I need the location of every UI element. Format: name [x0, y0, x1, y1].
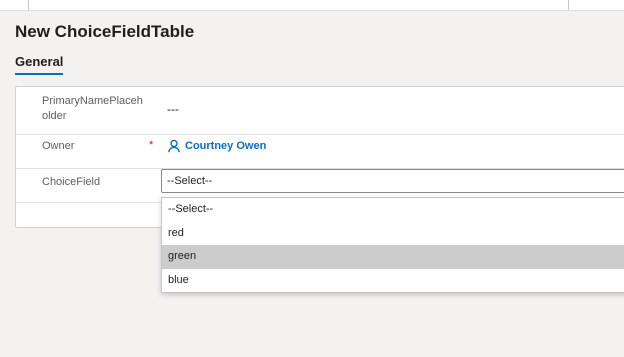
field-row-primary-name: PrimaryNamePlaceholder --- [16, 87, 624, 135]
command-bar [0, 0, 624, 11]
page-title: New ChoiceFieldTable [15, 22, 195, 41]
required-indicator: * [149, 139, 154, 151]
dropdown-option-highlighted[interactable]: green [162, 245, 624, 269]
dropdown-option[interactable]: red [162, 222, 624, 246]
dropdown-option[interactable]: blue [162, 269, 624, 293]
form-page: New ChoiceFieldTable General PrimaryName… [0, 0, 624, 357]
field-label-owner: Owner [42, 140, 75, 152]
field-label-primary-name: PrimaryNamePlaceholder [42, 95, 143, 122]
owner-name: Courtney Owen [185, 140, 267, 152]
field-value-primary-name[interactable]: --- [167, 102, 179, 116]
person-icon [167, 139, 181, 153]
owner-lookup-link[interactable]: Courtney Owen [167, 139, 266, 153]
field-row-owner: Owner * Courtney Owen [16, 134, 624, 169]
field-label-choice: ChoiceField [42, 176, 101, 188]
dropdown-option[interactable]: --Select-- [162, 198, 624, 222]
command-separator [28, 0, 29, 10]
choice-dropdown-list: --Select-- red green blue [161, 197, 624, 293]
form-header: New ChoiceFieldTable General [0, 11, 624, 75]
choice-field-select[interactable]: --Select-- [161, 169, 624, 193]
tab-general[interactable]: General [15, 54, 64, 75]
command-separator [568, 0, 569, 10]
